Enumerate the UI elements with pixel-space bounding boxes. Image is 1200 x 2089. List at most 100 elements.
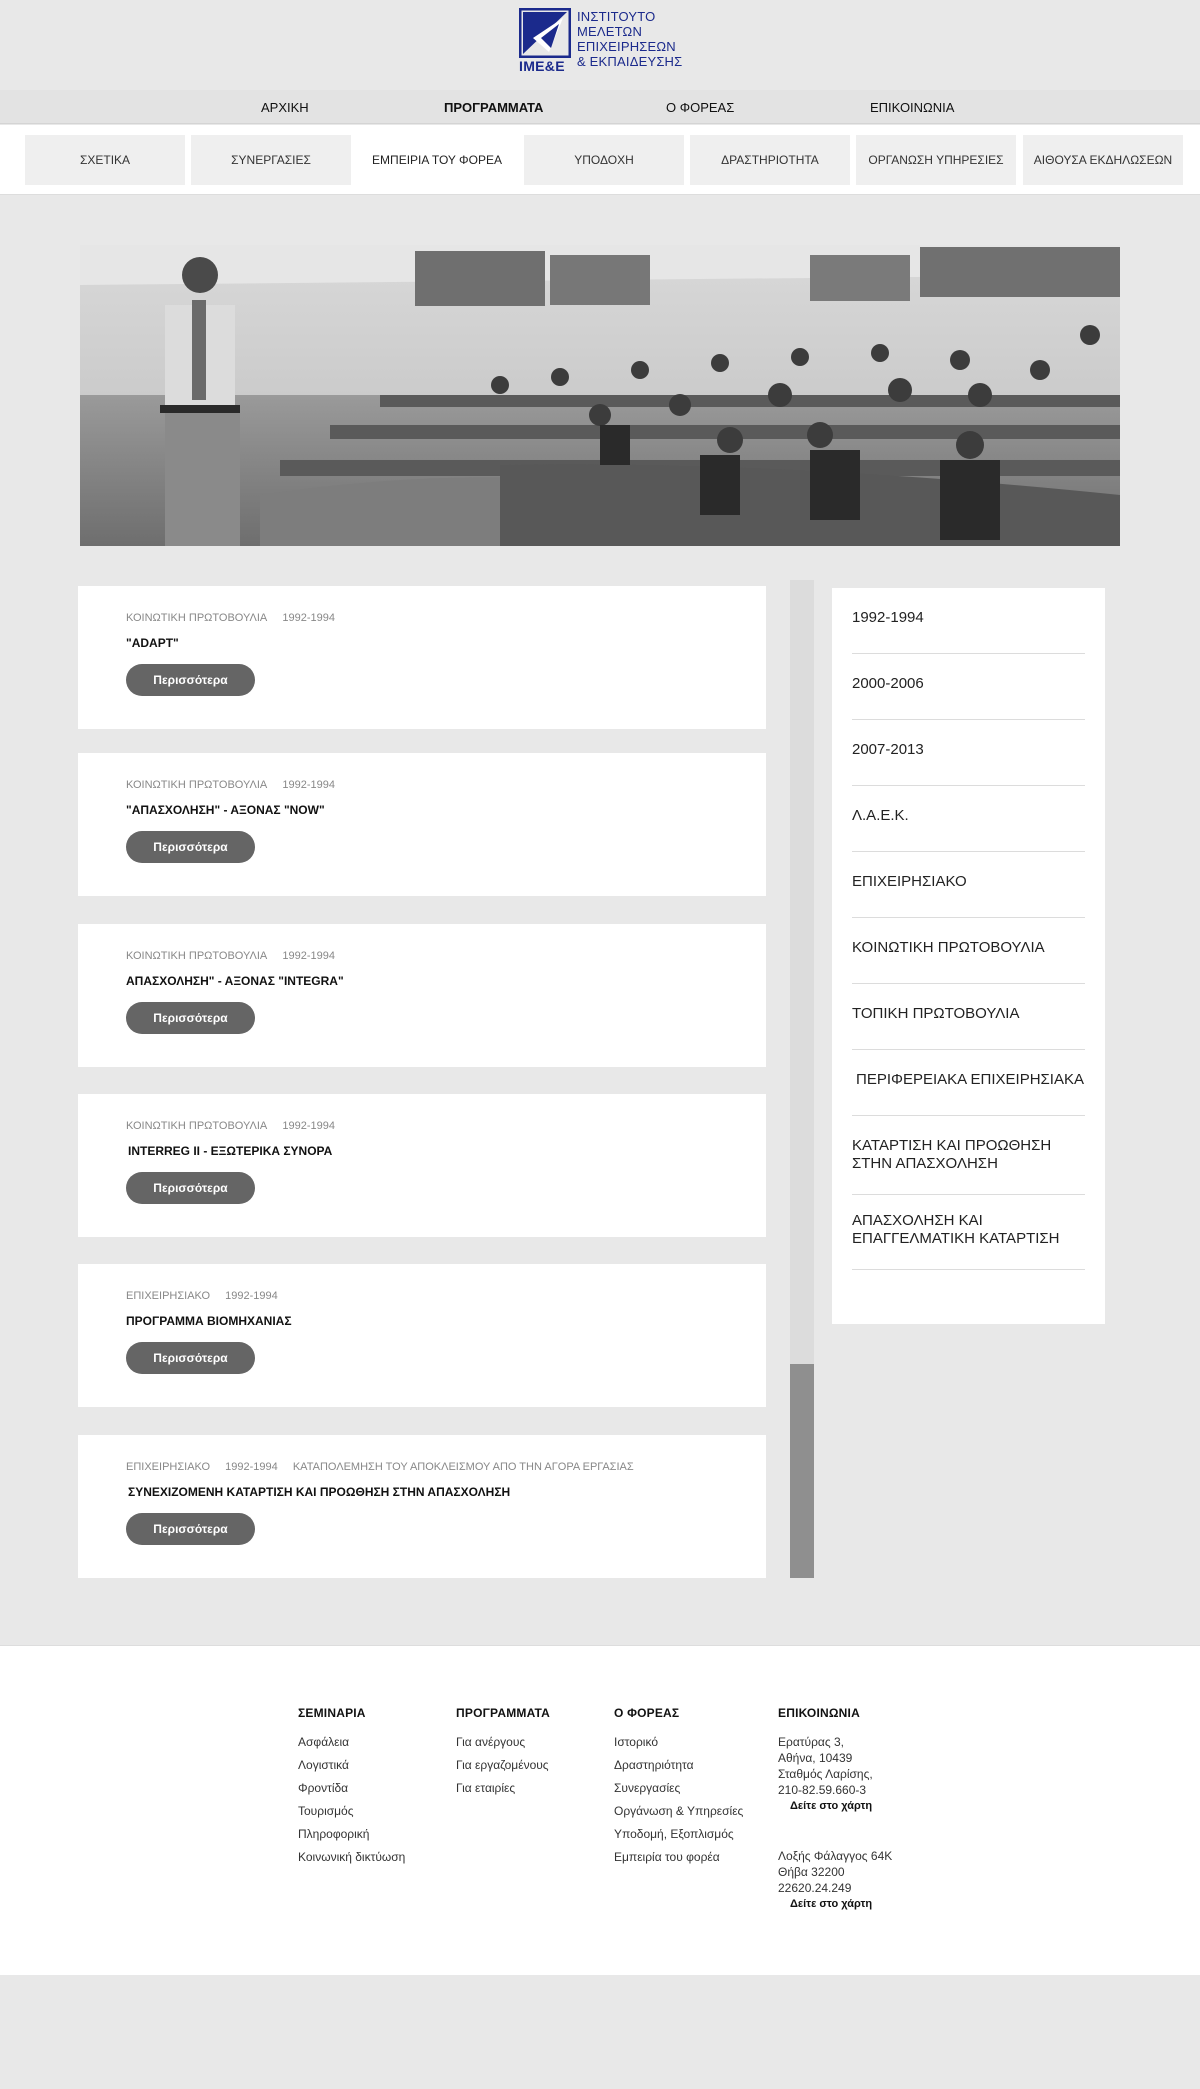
phone-line: 210-82.59.660-3	[778, 1783, 867, 1797]
program-period: 1992-1994	[225, 1290, 278, 1302]
program-card: ΚΟΙΝΩΤΙΚΗ ΠΡΩΤΟΒΟΥΛΙΑ 1992-1994 "ADAPT" …	[78, 586, 766, 729]
more-button[interactable]: Περισσότερα	[126, 831, 255, 863]
program-title: "ADAPT"	[126, 636, 179, 650]
more-button[interactable]: Περισσότερα	[126, 1172, 255, 1204]
nav-programs[interactable]: ΠΡΟΓΡΑΜΜΑΤΑ	[444, 100, 543, 115]
tab-organization-services[interactable]: ΟΡΓΑΝΩΣΗ ΥΠΗΡΕΣΙΕΣ	[856, 135, 1016, 185]
footer-heading: ΣΕΜΙΝΑΡΙΑ	[298, 1706, 366, 1720]
address-line: Σταθμός Λαρίσης,	[778, 1767, 873, 1781]
address-thiva: Λοξής Φάλαγγος 64Κ Θήβα 32200 22620.24.2…	[778, 1848, 892, 1896]
program-category: ΕΠΙΧΕΙΡΗΣΙΑΚΟ	[126, 1290, 211, 1302]
program-card: ΚΟΙΝΩΤΙΚΗ ΠΡΩΤΟΒΟΥΛΙΑ 1992-1994 INTERREG…	[78, 1094, 766, 1237]
footer-link[interactable]: Οργάνωση & Υπηρεσίες	[614, 1803, 743, 1819]
map-link[interactable]: Δείτε στο χάρτη	[790, 1800, 892, 1812]
tab-about[interactable]: ΣΧΕΤΙΚΑ	[25, 135, 185, 185]
logo-mark-icon: IME&E	[518, 7, 572, 76]
program-theme: ΚΑΤΑΠΟΛΕΜΗΣΗ ΤΟΥ ΑΠΟΚΛΕΙΣΜΟΥ ΑΠΟ ΤΗΝ ΑΓΟ…	[292, 1461, 634, 1473]
tab-experience[interactable]: ΕΜΠΕΙΡΙΑ ΤΟΥ ΦΟΡΕΑ	[357, 135, 517, 185]
footer-organization: Ο ΦΟΡΕΑΣ Ιστορικό Δραστηριότητα Συνεργασ…	[614, 1706, 743, 1872]
footer-heading: ΠΡΟΓΡΑΜΜΑΤΑ	[456, 1706, 550, 1720]
logo-line: & ΕΚΠΑΙΔΕΥΣΗΣ	[577, 54, 683, 69]
footer-link[interactable]: Ασφάλεια	[298, 1734, 405, 1750]
program-meta: ΚΟΙΝΩΤΙΚΗ ΠΡΩΤΟΒΟΥΛΙΑ 1992-1994	[126, 779, 347, 791]
program-title: ΠΡΟΓΡΑΜΜΑ ΒΙΟΜΗΧΑΝΙΑΣ	[126, 1314, 292, 1328]
address-line: Αθήνα, 10439	[778, 1751, 853, 1765]
logo-line: ΙΝΣΤΙΤΟΥΤΟ	[577, 9, 656, 24]
logo-text: ΙΝΣΤΙΤΟΥΤΟ ΜΕΛΕΤΩΝ ΕΠΙΧΕΙΡΗΣΕΩΝ & ΕΚΠΑΙΔ…	[577, 8, 682, 69]
footer-heading: Ο ΦΟΡΕΑΣ	[614, 1706, 680, 1720]
program-period: 1992-1994	[282, 779, 335, 791]
more-button[interactable]: Περισσότερα	[126, 1002, 255, 1034]
nav-organization[interactable]: Ο ΦΟΡΕΑΣ	[666, 100, 734, 115]
footer-link[interactable]: Κοινωνική δικτύωση	[298, 1849, 405, 1865]
program-title: "ΑΠΑΣΧΟΛΗΣΗ" - ΑΞΟΝΑΣ "NOW"	[126, 803, 325, 817]
filter-item[interactable]: 1992-1994	[852, 609, 1085, 654]
site-footer: ΣΕΜΙΝΑΡΙΑ Ασφάλεια Λογιστικά Φροντίδα Το…	[0, 1645, 1200, 1975]
program-period: 1992-1994	[282, 1120, 335, 1132]
logo-line: ΕΠΙΧΕΙΡΗΣΕΩΝ	[577, 39, 676, 54]
more-button[interactable]: Περισσότερα	[126, 1342, 255, 1374]
filter-item[interactable]: Λ.Α.Ε.Κ.	[852, 807, 1085, 852]
program-title: ΑΠΑΣΧΟΛΗΣΗ" - ΑΞΟΝΑΣ "INTEGRA"	[126, 974, 344, 988]
footer-link[interactable]: Υποδομή, Εξοπλισμός	[614, 1826, 743, 1842]
footer-link[interactable]: Φροντίδα	[298, 1780, 405, 1796]
footer-seminars: ΣΕΜΙΝΑΡΙΑ Ασφάλεια Λογιστικά Φροντίδα Το…	[298, 1706, 405, 1872]
program-category: ΕΠΙΧΕΙΡΗΣΙΑΚΟ	[126, 1461, 211, 1473]
program-meta: ΚΟΙΝΩΤΙΚΗ ΠΡΩΤΟΒΟΥΛΙΑ 1992-1994	[126, 1120, 347, 1132]
address-line: Ερατύρας 3,	[778, 1735, 844, 1749]
footer-link[interactable]: Λογιστικά	[298, 1757, 405, 1773]
logo[interactable]: IME&E ΙΝΣΤΙΤΟΥΤΟ ΜΕΛΕΤΩΝ ΕΠΙΧΕΙΡΗΣΕΩΝ & …	[518, 7, 682, 76]
scrollbar-thumb[interactable]	[790, 1364, 814, 1578]
map-link[interactable]: Δείτε στο χάρτη	[790, 1898, 892, 1910]
footer-link[interactable]: Για εταιρίες	[456, 1780, 550, 1796]
logo-abbr: IME&E	[519, 58, 565, 74]
address-line: Λοξής Φάλαγγος 64Κ	[778, 1849, 893, 1863]
footer-contact: ΕΠΙΚΟΙΝΩΝΙΑ Ερατύρας 3, Αθήνα, 10439 Στα…	[778, 1706, 892, 1910]
nav-contact[interactable]: ΕΠΙΚΟΙΝΩΝΙΑ	[870, 100, 954, 115]
filter-item[interactable]: ΚΑΤΑΡΤΙΣΗ ΚΑΙ ΠΡΟΩΘΗΣΗ ΣΤΗΝ ΑΠΑΣΧΟΛΗΣΗ	[852, 1137, 1085, 1195]
filter-item[interactable]: 2000-2006	[852, 675, 1085, 720]
program-category: ΚΟΙΝΩΤΙΚΗ ΠΡΩΤΟΒΟΥΛΙΑ	[126, 950, 268, 962]
tab-event-hall[interactable]: ΑΙΘΟΥΣΑ ΕΚΔΗΛΩΣΕΩΝ	[1023, 135, 1183, 185]
program-category: ΚΟΙΝΩΤΙΚΗ ΠΡΩΤΟΒΟΥΛΙΑ	[126, 612, 268, 624]
scrollbar[interactable]	[790, 580, 814, 1578]
filter-item[interactable]: ΤΟΠΙΚΗ ΠΡΩΤΟΒΟΥΛΙΑ	[852, 1005, 1085, 1050]
more-button[interactable]: Περισσότερα	[126, 1513, 255, 1545]
footer-link[interactable]: Για ανέργους	[456, 1734, 550, 1750]
footer-link[interactable]: Δραστηριότητα	[614, 1757, 743, 1773]
program-card: ΕΠΙΧΕΙΡΗΣΙΑΚΟ 1992-1994 ΠΡΟΓΡΑΜΜΑ ΒΙΟΜΗΧ…	[78, 1264, 766, 1407]
nav-home[interactable]: ΑΡΧΙΚΗ	[261, 100, 309, 115]
filter-item[interactable]: ΑΠΑΣΧΟΛΗΣΗ ΚΑΙ ΕΠΑΓΓΕΛΜΑΤΙΚΗ ΚΑΤΑΡΤΙΣΗ	[852, 1212, 1085, 1270]
tab-activity[interactable]: ΔΡΑΣΤΗΡΙΟΤΗΤΑ	[690, 135, 850, 185]
footer-link[interactable]: Τουρισμός	[298, 1803, 405, 1819]
main-nav: ΑΡΧΙΚΗ ΠΡΟΓΡΑΜΜΑΤΑ Ο ΦΟΡΕΑΣ ΕΠΙΚΟΙΝΩΝΙΑ	[0, 90, 1200, 124]
address-line: Θήβα 32200	[778, 1865, 845, 1879]
site-header: IME&E ΙΝΣΤΙΤΟΥΤΟ ΜΕΛΕΤΩΝ ΕΠΙΧΕΙΡΗΣΕΩΝ & …	[0, 0, 1200, 90]
program-meta: ΕΠΙΧΕΙΡΗΣΙΑΚΟ 1992-1994	[126, 1290, 290, 1302]
more-button[interactable]: Περισσότερα	[126, 664, 255, 696]
footer-link[interactable]: Συνεργασίες	[614, 1780, 743, 1796]
program-period: 1992-1994	[282, 950, 335, 962]
filter-item[interactable]: 2007-2013	[852, 741, 1085, 786]
tab-hosting[interactable]: ΥΠΟΔΟΧΗ	[524, 135, 684, 185]
footer-link[interactable]: Για εργαζομένους	[456, 1757, 550, 1773]
program-period: 1992-1994	[282, 612, 335, 624]
program-title: INTERREG II - ΕΞΩΤΕΡΙΚΑ ΣΥΝΟΡΑ	[128, 1144, 333, 1158]
footer-link[interactable]: Ιστορικό	[614, 1734, 743, 1750]
footer-link[interactable]: Εμπειρία του φορέα	[614, 1849, 743, 1865]
filter-item[interactable]: ΚΟΙΝΩΤΙΚΗ ΠΡΩΤΟΒΟΥΛΙΑ	[852, 939, 1085, 984]
filter-item[interactable]: ΠΕΡΙΦΕΡΕΙΑΚΑ ΕΠΙΧΕΙΡΗΣΙΑΚΑ	[852, 1071, 1085, 1116]
period-filter-sidebar: 1992-1994 2000-2006 2007-2013 Λ.Α.Ε.Κ. Ε…	[832, 588, 1105, 1324]
phone-line: 22620.24.249	[778, 1881, 852, 1895]
program-title: ΣΥΝΕΧΙΖΟΜΕΝΗ ΚΑΤΑΡΤΙΣΗ ΚΑΙ ΠΡΟΩΘΗΣΗ ΣΤΗΝ…	[128, 1485, 511, 1499]
program-meta: ΕΠΙΧΕΙΡΗΣΙΑΚΟ 1992-1994 ΚΑΤΑΠΟΛΕΜΗΣΗ ΤΟΥ…	[126, 1461, 646, 1473]
program-meta: ΚΟΙΝΩΤΙΚΗ ΠΡΩΤΟΒΟΥΛΙΑ 1992-1994	[126, 612, 347, 624]
footer-link[interactable]: Πληροφορική	[298, 1826, 405, 1842]
program-meta: ΚΟΙΝΩΤΙΚΗ ΠΡΩΤΟΒΟΥΛΙΑ 1992-1994	[126, 950, 347, 962]
program-category: ΚΟΙΝΩΤΙΚΗ ΠΡΩΤΟΒΟΥΛΙΑ	[126, 779, 268, 791]
footer-heading: ΕΠΙΚΟΙΝΩΝΙΑ	[778, 1706, 860, 1720]
tab-collaborations[interactable]: ΣΥΝΕΡΓΑΣΙΕΣ	[191, 135, 351, 185]
program-card: ΚΟΙΝΩΤΙΚΗ ΠΡΩΤΟΒΟΥΛΙΑ 1992-1994 "ΑΠΑΣΧΟΛ…	[78, 753, 766, 896]
sub-nav: ΣΧΕΤΙΚΑ ΣΥΝΕΡΓΑΣΙΕΣ ΕΜΠΕΙΡΙΑ ΤΟΥ ΦΟΡΕΑ Υ…	[0, 125, 1200, 195]
filter-item[interactable]: ΕΠΙΧΕΙΡΗΣΙΑΚΟ	[852, 873, 1085, 918]
